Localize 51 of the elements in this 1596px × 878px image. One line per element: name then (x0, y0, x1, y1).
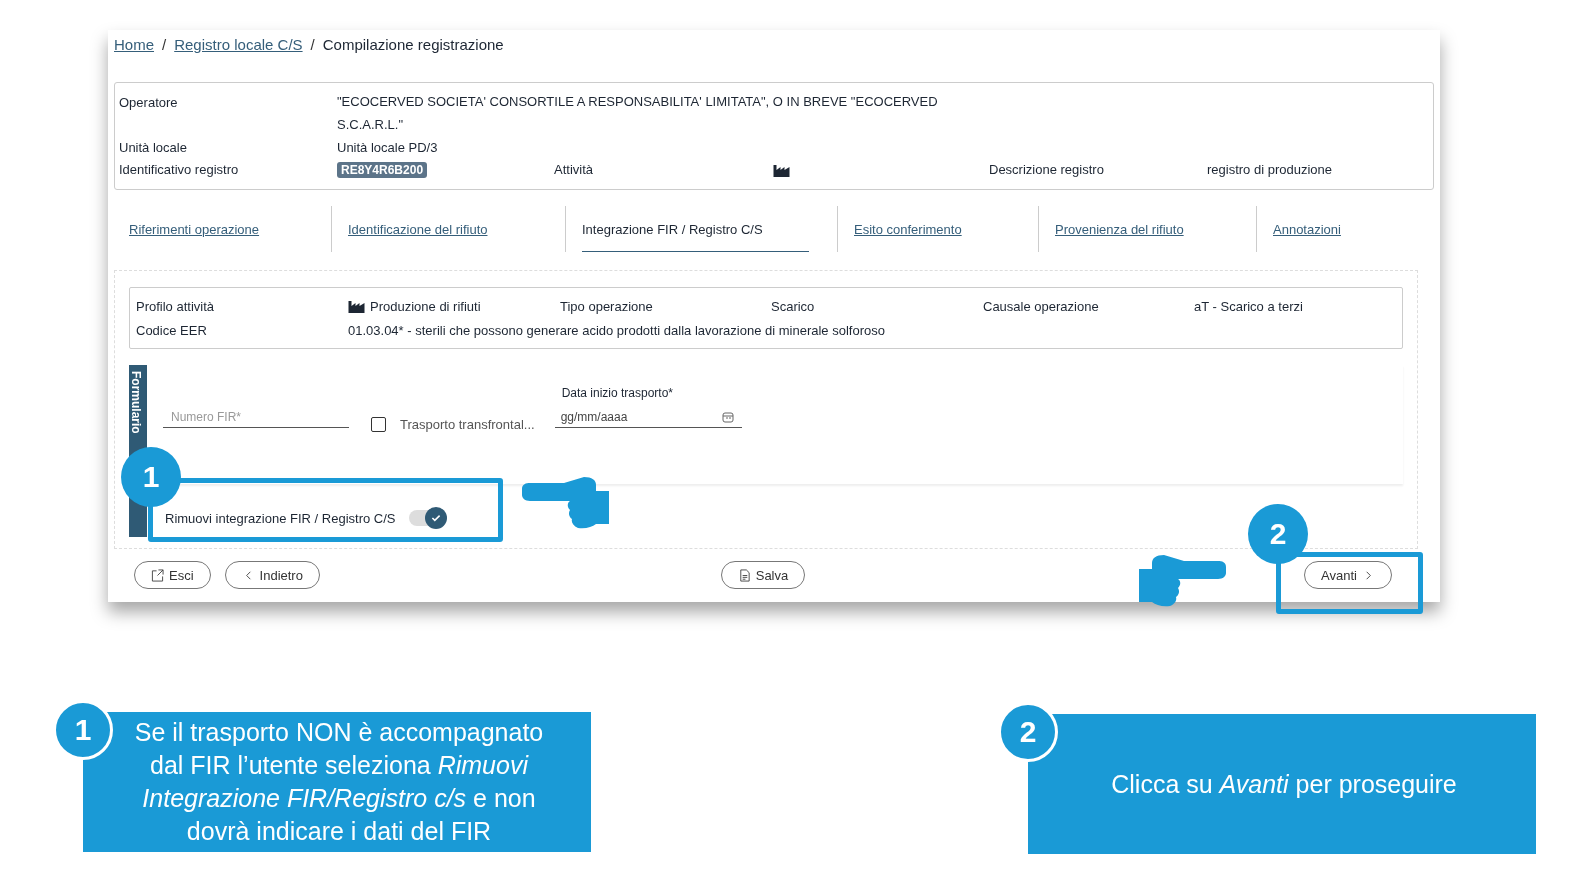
field-value: Scarico (771, 298, 816, 314)
tab[interactable]: Annotazioni (1273, 222, 1341, 237)
tab[interactable]: Riferimenti operazione (129, 222, 260, 237)
field-label: Data inizio trasporto* (560, 386, 675, 400)
field-value: aT - Scarico a terzi (1194, 298, 1303, 314)
check-icon (430, 512, 443, 524)
field-value: registro di produzione (1207, 162, 1334, 178)
fir-number-field[interactable]: Numero FIR* (163, 406, 349, 428)
save-button[interactable]: Salva (720, 561, 806, 589)
step-number-badge: 2 (998, 702, 1058, 762)
field-value: Produzione di rifiuti (370, 298, 481, 314)
factory-icon (348, 299, 365, 313)
field-value: "ECOCERVED SOCIETA' CONSORTILE A RESPONSABILITA' LIMITATA", O IN BREVE "ECOCERVED S.C.A.R.L." (337, 93, 939, 134)
factory-icon (773, 162, 790, 177)
tab[interactable]: Provenienza del rifiuto (1055, 222, 1184, 237)
field-label: Identificativo registro (119, 162, 240, 178)
document-icon (737, 568, 751, 582)
exit-button[interactable]: Esci (134, 561, 211, 589)
toggle-switch[interactable] (409, 510, 446, 526)
breadcrumb-separator: / (162, 35, 167, 53)
field-label: Tipo operazione (560, 298, 654, 314)
step-number-badge: 1 (121, 447, 181, 507)
field-label: Descrizione registro (989, 162, 1105, 178)
checkbox[interactable] (371, 417, 386, 432)
field-label: Codice EER (136, 322, 208, 338)
breadcrumb-current: Compilazione registrazione (322, 35, 504, 53)
breadcrumb-link[interactable]: Registro locale C/S (174, 35, 303, 53)
external-link-icon (151, 568, 164, 582)
field-label: Profilo attività (136, 298, 216, 314)
instruction-text: Clicca su Avanti per proseguire (1111, 768, 1457, 800)
tab[interactable]: Integrazione FIR / Registro C/S (582, 222, 809, 252)
field-label: Unità locale (119, 139, 188, 155)
back-button[interactable]: Indietro (224, 561, 320, 589)
tab[interactable]: Identificazione del rifiuto (348, 222, 488, 237)
field-value: Unità locale PD/3 (337, 139, 439, 155)
toggle-label: Rimuovi integrazione FIR / Registro C/S (165, 510, 396, 526)
tab[interactable]: Esito conferimento (854, 222, 962, 237)
field-label: Causale operazione (983, 298, 1100, 314)
step-number-badge: 1 (53, 700, 113, 760)
register-id-badge: RE8Y4R6B200 (337, 162, 428, 179)
field-value: 01.03.04* - sterili che possono generare acido prodotti dalla lavorazione di minerale solforoso (348, 322, 885, 338)
instruction-text: Se il trasporto NON è accompagnato dal FIR l’utente seleziona Rimuovi Integrazione FIR/Registro c/s e non dovrà indicare i dati del FIR (133, 717, 545, 847)
checkbox-label: Trasporto transfrontal... (400, 417, 535, 432)
field-label: Attività (554, 162, 594, 178)
calendar-icon[interactable] (721, 411, 734, 423)
field-label: Operatore (119, 94, 179, 110)
step-number-badge: 2 (1248, 504, 1308, 564)
date-field[interactable]: gg/mm/aaaa (554, 406, 742, 428)
next-button[interactable]: Avanti (1304, 561, 1392, 589)
breadcrumb-link[interactable]: Home (114, 35, 154, 53)
breadcrumb-separator: / (310, 35, 315, 53)
